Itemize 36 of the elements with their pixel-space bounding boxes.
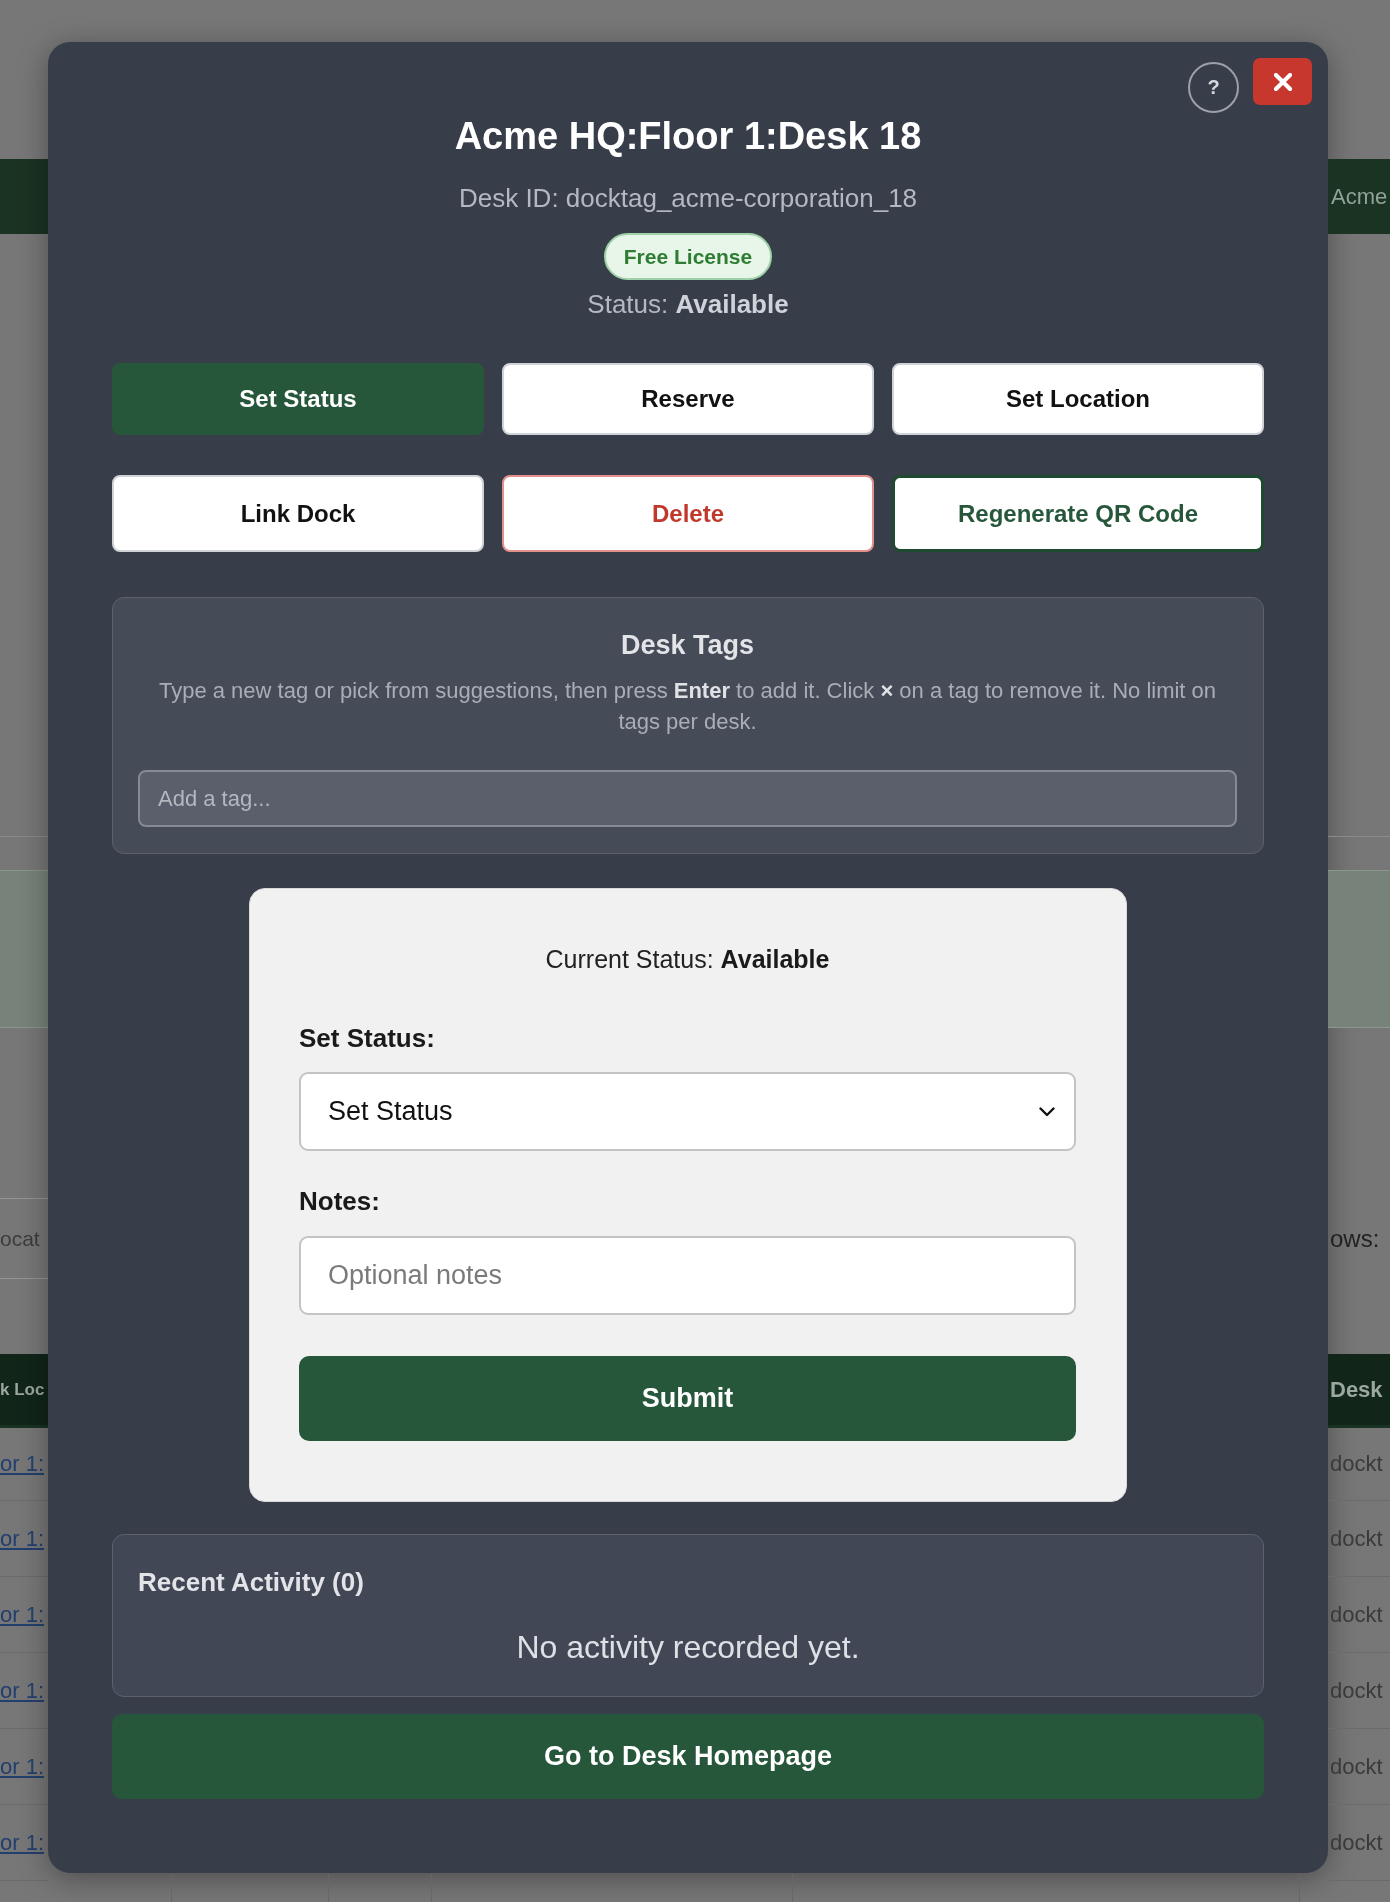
table-cell-text: dockt: [1329, 1677, 1383, 1704]
table-cell-text: dockt: [1329, 1451, 1383, 1477]
field-label: Notes:: [299, 1185, 380, 1217]
current-status-text: Current Status: Available: [545, 944, 830, 974]
action-button[interactable]: Set Location: [892, 363, 1264, 435]
license-badge: Free License: [603, 233, 773, 280]
desk-id-text: Desk ID: docktag_acme-corporation_18: [458, 184, 918, 212]
action-button[interactable]: Delete: [502, 475, 874, 552]
status-text: Status: Available: [587, 290, 789, 318]
panel-heading: Recent Activity (0): [138, 1567, 364, 1597]
notes-input[interactable]: Optional notes: [299, 1236, 1076, 1315]
table-cell-text: dockt: [1329, 1601, 1383, 1628]
table-cell-text: dockt: [1329, 1829, 1383, 1856]
action-button[interactable]: Set Status: [112, 363, 484, 435]
status-select[interactable]: Set Status: [299, 1072, 1076, 1151]
panel-heading: Desk Tags: [620, 629, 755, 661]
field-label: ows:: [1329, 1224, 1380, 1253]
caret-icon: [1039, 1106, 1055, 1117]
action-button[interactable]: Reserve: [502, 363, 874, 435]
close-icon: [1273, 72, 1292, 91]
tag-input[interactable]: Add a tag...: [138, 770, 1237, 827]
field-label: Set Status:: [299, 1022, 435, 1054]
header-text: Acme: [1330, 183, 1388, 210]
dialog-title: Acme HQ:Floor 1:Desk 18: [454, 116, 922, 156]
table-cell-text: dockt: [1329, 1525, 1383, 1552]
table-header-cell: Desk: [1328, 1354, 1390, 1425]
help-button[interactable]: ?: [1188, 62, 1239, 113]
action-button[interactable]: Regenerate QR Code: [892, 475, 1264, 552]
help-text: Type a new tag or pick from suggestions, then press Enter to add it. Click × on a tag to remove it. No limit on tags per desk.: [157, 677, 1218, 736]
action-button[interactable]: Link Dock: [112, 475, 484, 552]
table-cell-text: dockt: [1329, 1753, 1383, 1780]
submit-button[interactable]: Submit: [299, 1356, 1076, 1441]
close-button[interactable]: [1253, 58, 1312, 105]
table-header-cell: k Loc: [0, 1354, 48, 1425]
empty-message: No activity recorded yet.: [516, 1629, 860, 1665]
homepage-button[interactable]: Go to Desk Homepage: [112, 1714, 1264, 1799]
